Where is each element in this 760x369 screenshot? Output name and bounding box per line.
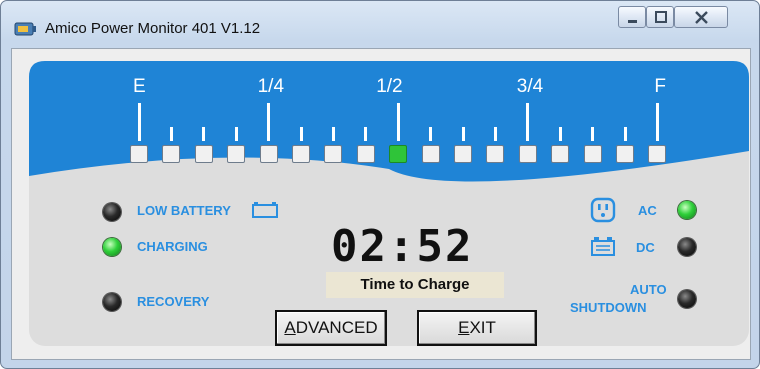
gauge-segment [162,145,181,163]
gauge-segment [454,145,472,163]
gauge-segment [194,145,213,163]
monitor-panel: E 1/4 1/2 3/4 F LOW BATTERY CHARGING RECOVER… [29,61,759,346]
gauge-segment [616,145,634,163]
maximize-icon [655,11,667,23]
client-area: E 1/4 1/2 3/4 F LOW BATTERY CHARGING RECOVER… [11,48,751,360]
gauge-segment [356,145,375,163]
gauge-segment [648,145,667,163]
gauge-segment [486,145,505,163]
maximize-button[interactable] [646,6,674,28]
gauge-segment [551,145,570,163]
title-bar[interactable]: Amico Power Monitor 401 V1.12 [1,1,759,47]
gauge-major-tick [655,103,659,141]
recovery-label: RECOVERY [137,294,210,309]
gauge-minor-tick [169,127,173,141]
gauge-minor-tick [331,127,335,141]
low-battery-label: LOW BATTERY [137,203,231,218]
gauge-major-tick [137,103,141,141]
gauge-segment [389,145,408,163]
charging-label: CHARGING [137,239,208,254]
time-caption: Time to Charge [326,272,504,298]
gauge-label-quarter: 1/4 [257,76,285,97]
ac-led [678,201,696,219]
gauge-segment [518,145,537,163]
recovery-led [103,293,121,311]
gauge-label-three-quarter: 3/4 [516,76,544,97]
gauge-segment [292,145,310,163]
gauge-segment [324,145,343,163]
close-icon [695,11,708,24]
app-window: Amico Power Monitor 401 V1.12 E 1/4 1/2 3/4… [0,0,760,369]
minimize-button[interactable] [618,6,646,28]
gauge-minor-tick [493,127,497,141]
dc-battery-icon [591,237,615,256]
gauge-label-empty: E [133,76,146,97]
time-display: 02:52 [331,221,474,272]
gauge-minor-tick [364,127,368,141]
gauge-major-tick [526,103,530,141]
gauge-minor-tick [429,127,433,141]
dc-led [678,238,696,256]
gauge-segment [259,145,278,163]
exit-button[interactable]: EXIT [417,310,537,346]
window-title: Amico Power Monitor 401 V1.12 [45,20,261,37]
close-button[interactable] [674,6,728,28]
gauge-label-half: 1/2 [376,76,403,97]
gauge-minor-tick [299,127,303,141]
gauge-major-tick [267,103,271,141]
battery-icon [252,202,278,218]
app-icon [14,22,36,36]
gauge-segment [583,145,602,163]
gauge-segment [421,145,440,163]
gauge-minor-tick [558,127,562,141]
gauge-minor-tick [591,127,595,141]
ac-outlet-icon [590,197,616,223]
gauge-segment [227,145,246,163]
gauge-minor-tick [461,127,465,141]
gauge-segment [130,145,148,163]
advanced-button[interactable]: ADVANCED [275,310,387,346]
gauge-major-tick [396,103,400,141]
auto-shutdown-label-line1: AUTO [630,282,667,297]
gauge-minor-tick [623,127,627,141]
minimize-icon [628,20,637,23]
gauge-minor-tick [202,127,206,141]
gauge-label-full: F [654,76,666,97]
charging-led [103,238,121,256]
gauge-minor-tick [234,127,238,141]
auto-shutdown-label-line2: SHUTDOWN [570,300,647,315]
ac-label: AC [638,203,657,218]
dc-label: DC [636,240,655,255]
auto-shutdown-led [678,290,696,308]
low-battery-led [103,203,121,221]
